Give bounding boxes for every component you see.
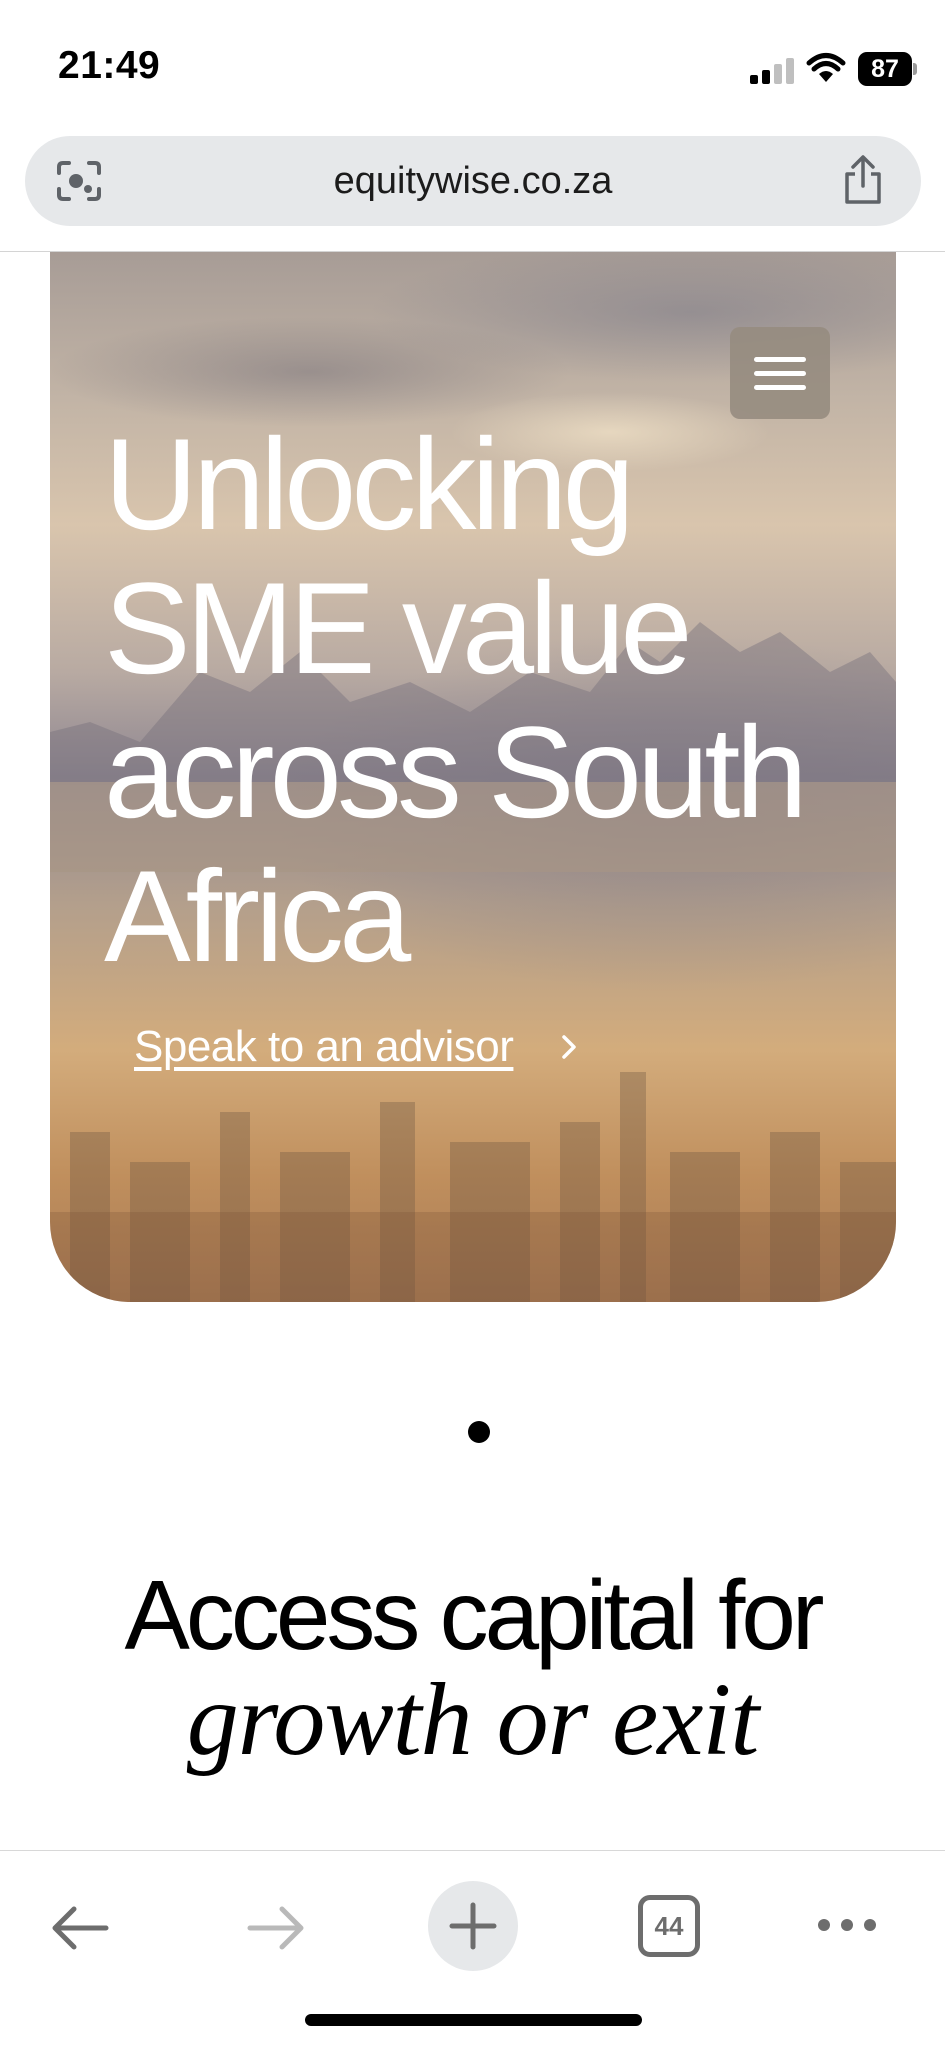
forward-arrow-icon[interactable] <box>246 1903 306 1953</box>
wifi-icon <box>806 53 846 82</box>
hamburger-menu-icon[interactable] <box>730 327 830 419</box>
hero-title-line: Africa <box>104 843 411 989</box>
status-bar: 21:49 87 <box>0 0 945 130</box>
back-arrow-icon[interactable] <box>50 1903 110 1953</box>
hero-banner: Unlocking SME value across South Africa … <box>50 252 896 1302</box>
browser-toolbar: 44 <box>0 1850 945 2048</box>
hero-title-line: across South <box>104 699 808 845</box>
plus-icon <box>449 1902 497 1950</box>
status-time: 21:49 <box>58 44 161 87</box>
hero-title-line: Unlocking <box>104 411 635 557</box>
tabs-button[interactable]: 44 <box>638 1895 700 1957</box>
battery-icon: 87 <box>858 52 917 86</box>
home-indicator[interactable] <box>305 2014 642 2026</box>
more-icon[interactable] <box>816 1915 878 1935</box>
battery-level: 87 <box>858 52 912 86</box>
hero-title-line: SME value <box>104 555 693 701</box>
speak-to-advisor-link[interactable]: Speak to an advisor <box>134 1022 514 1072</box>
section-title: Access capital for <box>124 1560 825 1670</box>
url-text[interactable]: equitywise.co.za <box>25 136 921 226</box>
hero-title: Unlocking SME value across South Africa <box>104 412 884 988</box>
signal-icon <box>750 58 794 84</box>
new-tab-button[interactable] <box>428 1881 518 1971</box>
chevron-right-icon[interactable] <box>558 1027 582 1067</box>
address-bar[interactable]: equitywise.co.za <box>25 136 921 226</box>
carousel-dot-active[interactable] <box>468 1421 490 1443</box>
share-icon[interactable] <box>841 154 885 206</box>
section-title-italic: growth or exit <box>186 1662 759 1777</box>
